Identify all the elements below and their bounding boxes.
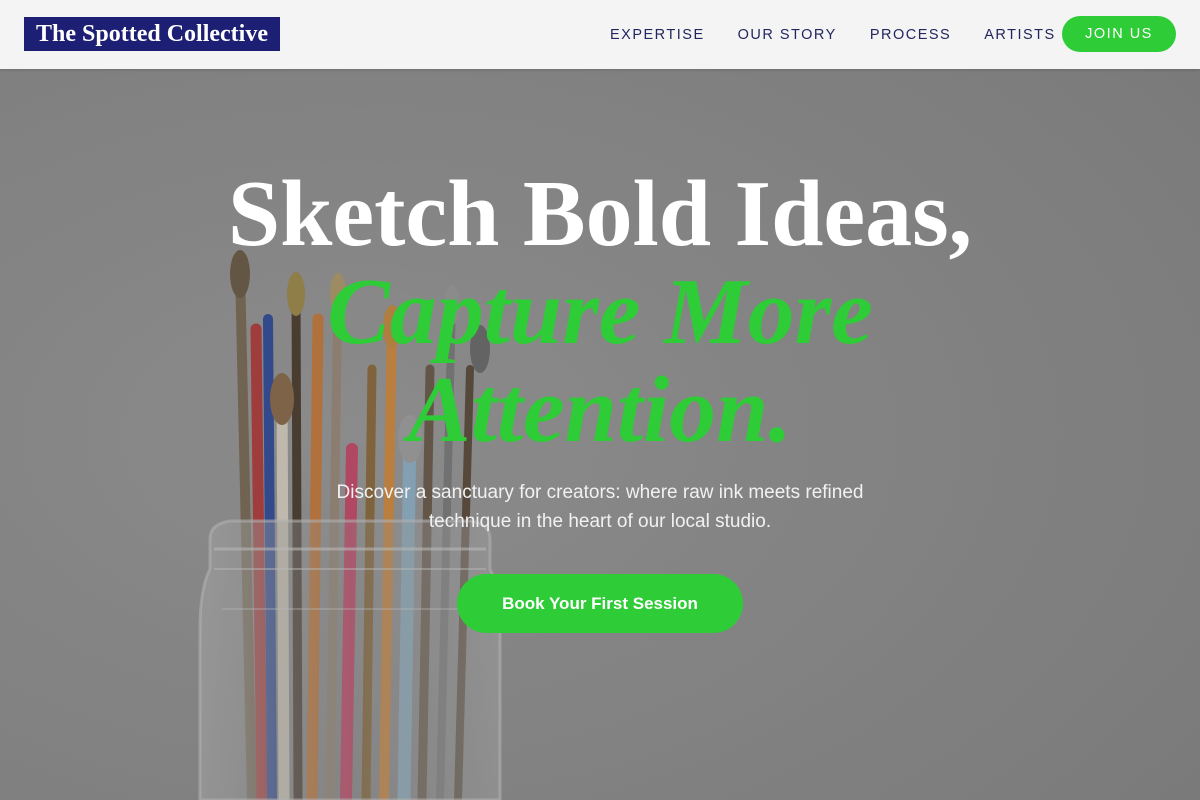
hero-headline-line1: Sketch Bold Ideas,	[227, 162, 973, 266]
hero-section: Sketch Bold Ideas, Capture More Attentio…	[0, 69, 1200, 800]
main-nav: EXPERTISE OUR STORY PROCESS ARTISTS	[610, 0, 1089, 69]
hero-subtext: Discover a sanctuary for creators: where…	[336, 482, 864, 532]
brand-logo[interactable]: The Spotted Collective	[24, 17, 280, 51]
nav-link-expertise[interactable]: EXPERTISE	[610, 27, 705, 43]
top-navbar: The Spotted Collective EXPERTISE OUR STO…	[0, 0, 1200, 69]
join-us-button[interactable]: JOIN US	[1062, 16, 1176, 52]
book-session-button[interactable]: Book Your First Session	[457, 574, 743, 633]
hero-headline-line2: Capture More	[327, 260, 873, 364]
nav-link-process[interactable]: PROCESS	[870, 27, 951, 43]
page: The Spotted Collective EXPERTISE OUR STO…	[0, 0, 1200, 800]
nav-link-artists[interactable]: ARTISTS	[984, 27, 1055, 43]
nav-link-our-story[interactable]: OUR STORY	[738, 27, 837, 43]
hero-headline-line3: Attention.	[408, 358, 792, 462]
